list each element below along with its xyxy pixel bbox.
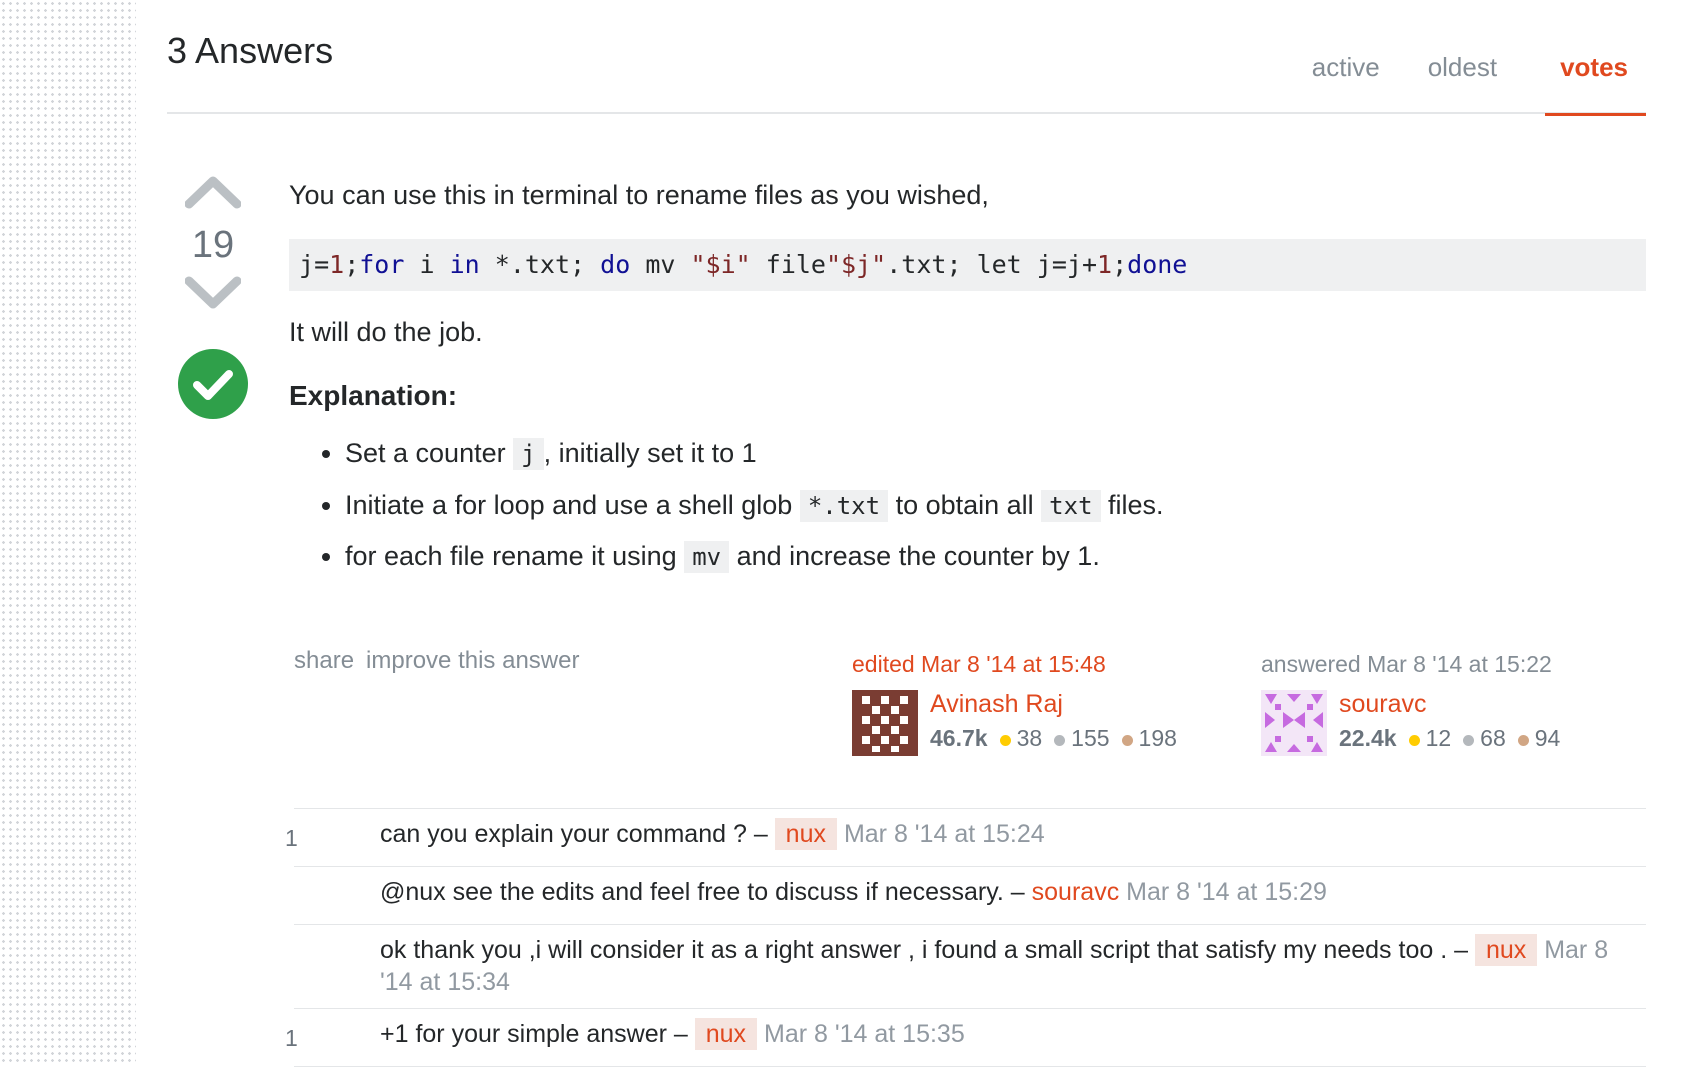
comment-score: 1 [285, 1025, 298, 1051]
answered-signature: answered Mar 8 '14 at 15:22 souravc 22.4… [1261, 651, 1560, 756]
gold-badge-icon [999, 735, 1011, 746]
answerer-username[interactable]: souravc [1339, 690, 1560, 719]
comment: ok thank you ,i will consider it as a ri… [294, 925, 1646, 1009]
edited-signature: edited Mar 8 '14 at 15:48 Avinash Raj 46… [852, 651, 1177, 756]
gold-badge-icon [1408, 735, 1420, 746]
answerer-reputation: 22.4k 12 68 94 [1339, 725, 1561, 751]
comments-list: 1 can you explain your command ? – nux M… [285, 808, 1646, 1067]
upvote-arrow-icon[interactable] [185, 172, 241, 212]
avatar[interactable] [852, 690, 918, 756]
comment-date[interactable]: Mar 8 '14 at 15:29 [1126, 878, 1327, 906]
comment-text: can you explain your command ? – [380, 820, 775, 848]
edited-timestamp-link[interactable]: edited Mar 8 '14 at 15:48 [852, 651, 1177, 678]
explanation-heading: Explanation: [289, 380, 458, 412]
tab-votes[interactable]: votes [1545, 0, 1646, 116]
answer-intro: You can use this in terminal to rename f… [289, 180, 989, 210]
downvote-arrow-icon[interactable] [185, 273, 241, 313]
inline-code: txt [1041, 489, 1101, 522]
answers-count: 3 Answers [167, 30, 334, 71]
comment-user-link[interactable]: nux [774, 818, 837, 850]
tab-active[interactable]: active [1312, 0, 1380, 114]
sort-tabs: active oldest votes [1312, 0, 1646, 116]
answered-timestamp-link[interactable]: answered Mar 8 '14 at 15:22 [1261, 651, 1560, 678]
improve-answer-link[interactable]: improve this answer [366, 647, 579, 674]
avatar[interactable] [1261, 690, 1327, 756]
explanation-list: Set a counter j, initially set it to 1 I… [289, 435, 1646, 576]
comment: @nux see the edits and feel free to disc… [294, 867, 1646, 925]
editor-reputation: 46.7k 38 155 198 [930, 725, 1177, 751]
code-block: j=1;for i in *.txt; do mv "$i" file"$j".… [289, 239, 1646, 292]
comment: 1 +1 for your simple answer – nux Mar 8 … [285, 1009, 1646, 1067]
answer-after-code: It will do the job. [289, 317, 483, 348]
left-sidebar-pattern [0, 0, 136, 1062]
comment-score: 1 [285, 825, 298, 851]
list-item: for each file rename it using mv and inc… [345, 538, 1646, 576]
answers-section: 3 Answers active oldest votes 19 You can… [167, 0, 1646, 1067]
comment-user-link[interactable]: nux [1474, 934, 1538, 966]
inline-code: *.txt [799, 489, 889, 522]
tab-oldest[interactable]: oldest [1428, 0, 1497, 114]
comment-user-link[interactable]: nux [694, 1018, 758, 1050]
comment: 1 can you explain your command ? – nux M… [285, 809, 1646, 867]
code-text: j=1;for i in *.txt; do mv "$i" file"$j".… [299, 250, 1188, 280]
list-item: Set a counter j, initially set it to 1 [345, 435, 1646, 473]
comment-user-link[interactable]: souravc [1032, 878, 1120, 906]
silver-badge-icon [1054, 735, 1066, 746]
share-link[interactable]: share [294, 647, 354, 674]
comment-date[interactable]: Mar 8 '14 at 15:24 [844, 820, 1045, 848]
comment-text: @nux see the edits and feel free to disc… [380, 878, 1032, 906]
inline-code: j [513, 437, 544, 470]
editor-username[interactable]: Avinash Raj [930, 690, 1177, 719]
bronze-badge-icon [1121, 735, 1133, 746]
bronze-badge-icon [1517, 735, 1529, 746]
comment-date[interactable]: Mar 8 '14 at 15:35 [764, 1020, 965, 1048]
answers-header: 3 Answers active oldest votes [167, 0, 1646, 116]
vote-cell: 19 [167, 172, 259, 421]
inline-code: mv [684, 541, 730, 574]
answer-body: You can use this in terminal to rename f… [289, 176, 1646, 590]
accepted-checkmark-icon [178, 349, 248, 419]
comment-text: +1 for your simple answer – [380, 1020, 695, 1048]
silver-badge-icon [1463, 735, 1475, 746]
comment-text: ok thank you ,i will consider it as a ri… [380, 936, 1475, 964]
post-menu: share improve this answer [294, 647, 591, 675]
list-item: Initiate a for loop and use a shell glob… [345, 487, 1646, 525]
vote-count: 19 [191, 224, 235, 266]
